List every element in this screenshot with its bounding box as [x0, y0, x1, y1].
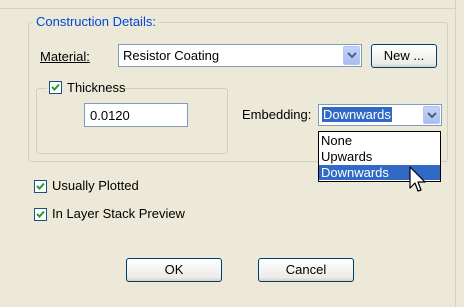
checkmark-icon: [36, 182, 45, 190]
embedding-option-none[interactable]: None: [319, 133, 440, 148]
usually-plotted-label: Usually Plotted: [52, 178, 139, 193]
material-label: Material:: [40, 49, 90, 64]
mouse-pointer-icon: [409, 166, 426, 192]
chevron-down-icon: [427, 112, 437, 119]
new-material-label: New ...: [383, 48, 425, 63]
material-dropdown-button[interactable]: [343, 46, 360, 65]
thickness-label: Thickness: [67, 80, 126, 95]
embedding-label: Embedding:: [242, 107, 312, 122]
thickness-title-area: Thickness: [47, 80, 126, 96]
layer-stack-preview-checkbox[interactable]: [34, 208, 47, 221]
layer-stack-preview-label: In Layer Stack Preview: [52, 206, 185, 221]
embedding-combobox[interactable]: Downwards: [318, 104, 442, 126]
embedding-option-upwards[interactable]: Upwards: [319, 149, 440, 164]
cancel-label: Cancel: [285, 262, 327, 277]
embedding-dropdown-button[interactable]: [423, 106, 440, 124]
checkmark-icon: [36, 210, 45, 218]
dialog-top-edge: [0, 0, 464, 9]
embedding-selected-value: Downwards: [322, 107, 392, 122]
material-combobox[interactable]: Resistor Coating: [118, 44, 362, 67]
chevron-down-icon: [347, 52, 357, 59]
usually-plotted-checkbox[interactable]: [34, 180, 47, 193]
ok-label: OK: [164, 262, 184, 277]
thickness-checkbox[interactable]: [49, 81, 62, 94]
construction-details-title: Construction Details:: [33, 14, 159, 29]
ok-button[interactable]: OK: [126, 258, 222, 282]
new-material-button[interactable]: New ...: [371, 44, 437, 68]
dialog-right-edge: [455, 0, 464, 307]
checkmark-icon: [51, 83, 60, 91]
thickness-value: 0.0120: [90, 108, 130, 123]
cancel-button[interactable]: Cancel: [258, 258, 354, 282]
thickness-input[interactable]: 0.0120: [84, 103, 188, 127]
material-label-text: Material:: [40, 49, 90, 64]
material-value: Resistor Coating: [123, 48, 220, 63]
